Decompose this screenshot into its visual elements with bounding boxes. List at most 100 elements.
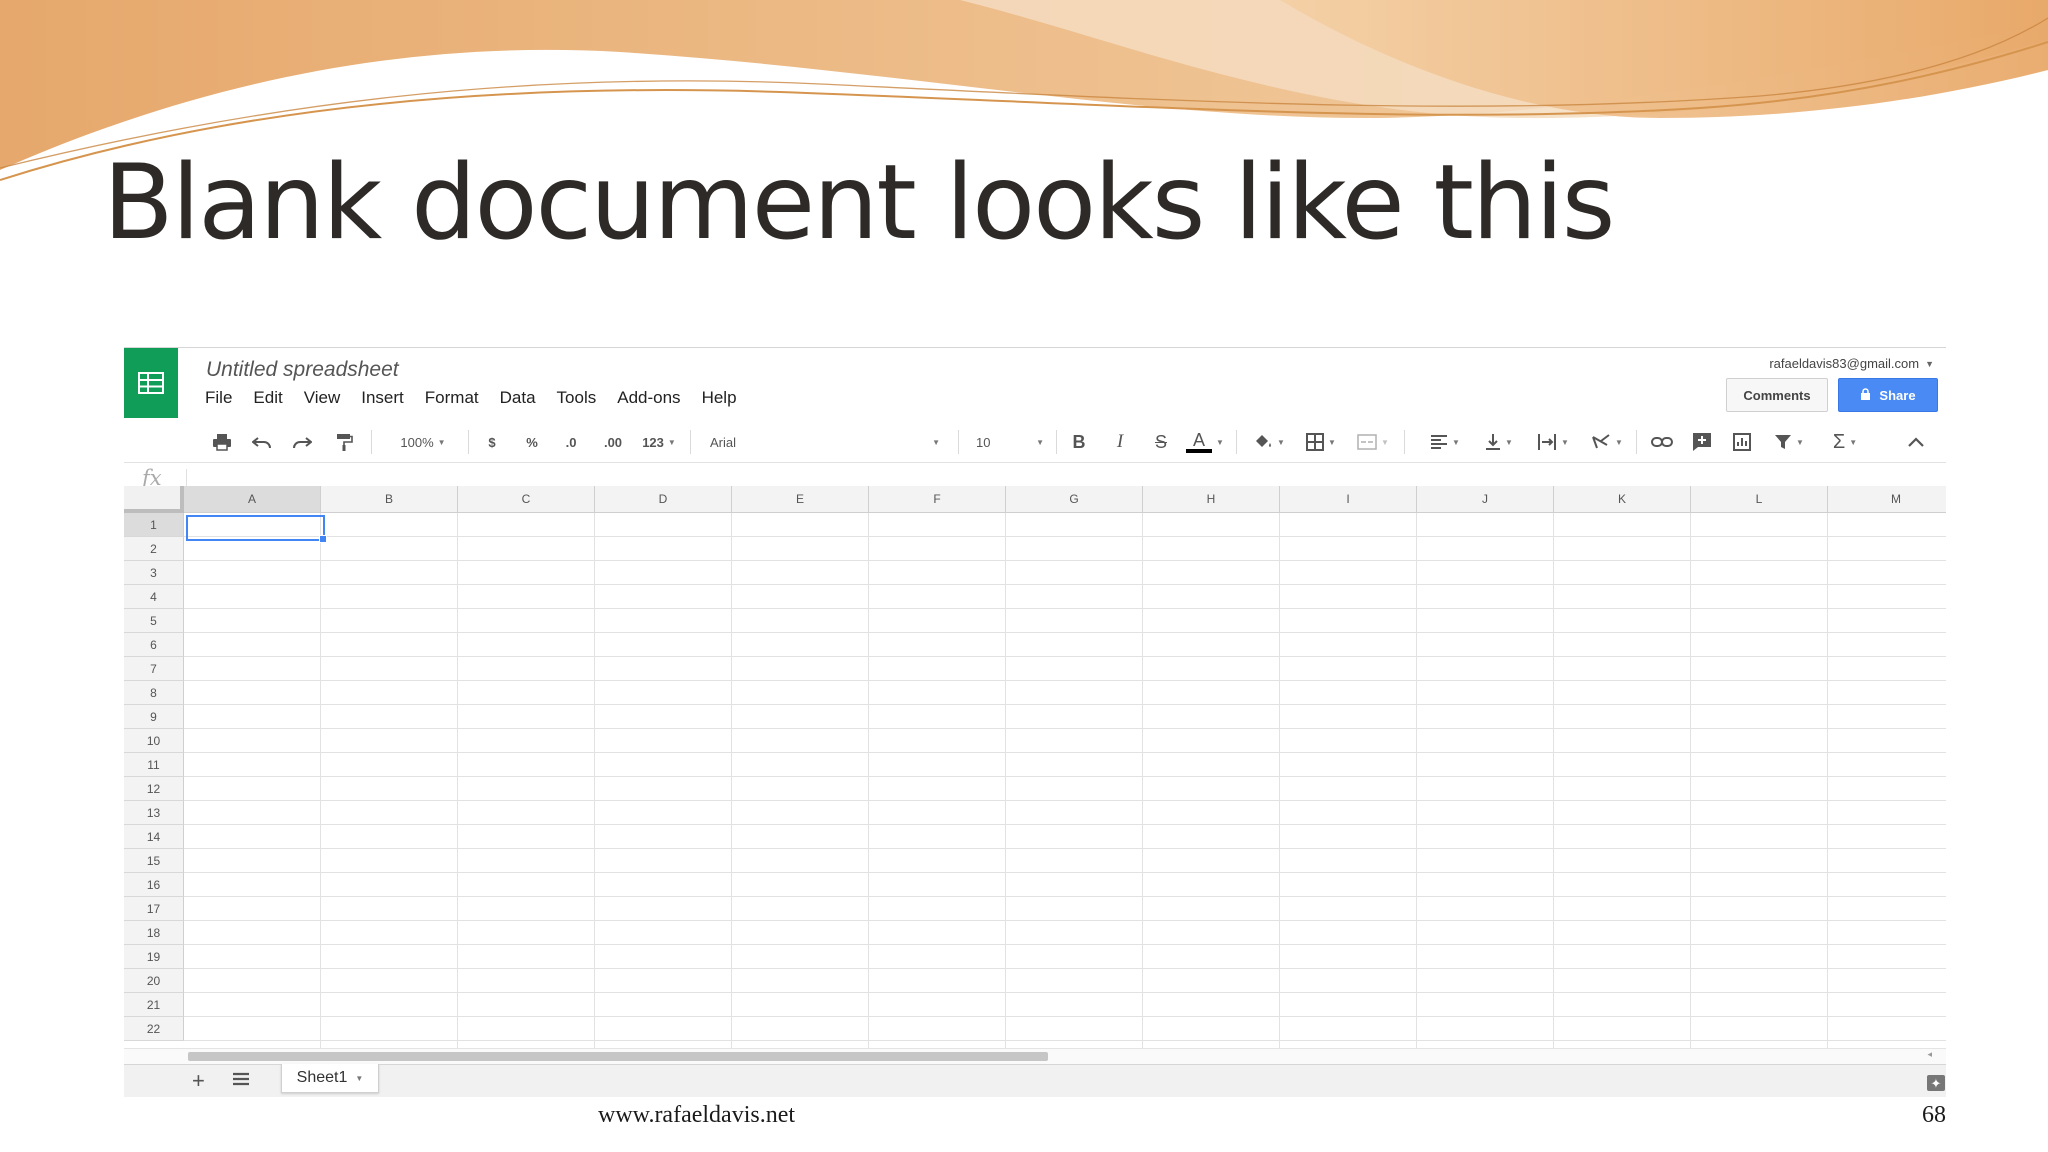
collapse-icon[interactable] xyxy=(1902,428,1930,456)
zoom-value: 100% xyxy=(400,434,434,450)
row-header[interactable]: 1 xyxy=(124,513,184,537)
increase-decimal-button[interactable]: .00 xyxy=(597,428,629,456)
row-header[interactable]: 22 xyxy=(124,1017,184,1041)
row-header[interactable]: 6 xyxy=(124,633,184,657)
comments-button[interactable]: Comments xyxy=(1726,378,1828,412)
add-sheet-button[interactable]: + xyxy=(192,1070,205,1092)
percent-button[interactable]: % xyxy=(520,428,544,456)
column-header[interactable]: B xyxy=(321,486,458,513)
menu-insert[interactable]: Insert xyxy=(361,388,404,408)
row-header[interactable]: 14 xyxy=(124,825,184,849)
column-header[interactable]: F xyxy=(869,486,1006,513)
column-header[interactable]: E xyxy=(732,486,869,513)
more-formats-button[interactable]: 123 ▼ xyxy=(636,428,682,456)
cell-grid[interactable]: A B C D E F G H I J K L M 1 2 3 4 5 6 7 8 9 10 11 12 13 14 15 16 17 18… xyxy=(124,486,1946,1048)
row-header[interactable]: 17 xyxy=(124,897,184,921)
sheet-tab-label: Sheet1 xyxy=(296,1069,348,1086)
row-header[interactable]: 18 xyxy=(124,921,184,945)
borders-icon[interactable]: ▼ xyxy=(1298,428,1344,456)
scrollbar-thumb[interactable] xyxy=(188,1052,1048,1061)
all-sheets-icon[interactable] xyxy=(232,1072,250,1091)
row-header[interactable]: 12 xyxy=(124,777,184,801)
row-header[interactable]: 8 xyxy=(124,681,184,705)
row-header[interactable]: 16 xyxy=(124,873,184,897)
font-size-select[interactable]: 10 ▼ xyxy=(970,428,1050,456)
row-header[interactable]: 15 xyxy=(124,849,184,873)
fill-color-icon[interactable]: ▼ xyxy=(1246,428,1292,456)
column-header[interactable]: J xyxy=(1417,486,1554,513)
share-button[interactable]: Share xyxy=(1838,378,1938,412)
account-menu[interactable]: rafaeldavis83@gmail.com ▼ xyxy=(1769,356,1934,371)
zoom-select[interactable]: 100% ▼ xyxy=(386,428,460,456)
italic-button[interactable]: I xyxy=(1107,428,1133,456)
column-header[interactable]: D xyxy=(595,486,732,513)
text-color-button[interactable]: A ▼ xyxy=(1182,428,1228,456)
insert-comment-icon[interactable] xyxy=(1688,428,1716,456)
row-header[interactable]: 21 xyxy=(124,993,184,1017)
menu-edit[interactable]: Edit xyxy=(253,388,282,408)
column-header[interactable]: G xyxy=(1006,486,1143,513)
toolbar: 100% ▼ $ % .0 .00 123 ▼ Arial ▼ 10 ▼ B I S A… xyxy=(124,422,1946,463)
decrease-decimal-button[interactable]: .0 xyxy=(557,428,585,456)
sheets-logo-icon[interactable] xyxy=(124,348,178,418)
active-cell[interactable] xyxy=(186,515,325,541)
share-label: Share xyxy=(1879,387,1916,403)
merge-cells-icon[interactable]: ▼ xyxy=(1350,428,1396,456)
menu-format[interactable]: Format xyxy=(425,388,479,408)
column-header[interactable]: I xyxy=(1280,486,1417,513)
bold-button[interactable]: B xyxy=(1066,428,1092,456)
functions-button[interactable]: Σ ▼ xyxy=(1822,428,1868,456)
column-header[interactable]: L xyxy=(1691,486,1828,513)
text-color-icon: A xyxy=(1193,430,1206,450)
row-header[interactable]: 5 xyxy=(124,609,184,633)
menu-view[interactable]: View xyxy=(304,388,341,408)
page-number: 68 xyxy=(1922,1102,1946,1128)
row-header[interactable]: 19 xyxy=(124,945,184,969)
horizontal-align-icon[interactable]: ▼ xyxy=(1422,428,1468,456)
document-title[interactable]: Untitled spreadsheet xyxy=(206,358,399,382)
row-header[interactable]: 20 xyxy=(124,969,184,993)
filter-icon[interactable]: ▼ xyxy=(1766,428,1812,456)
link-icon[interactable] xyxy=(1648,428,1676,456)
footer-url: www.rafaeldavis.net xyxy=(598,1102,796,1128)
font-select[interactable]: Arial ▼ xyxy=(700,428,950,456)
sheet-tab[interactable]: Sheet1 ▼ xyxy=(281,1064,379,1093)
row-header[interactable]: 13 xyxy=(124,801,184,825)
chevron-down-icon: ▼ xyxy=(1925,358,1934,369)
select-all-corner[interactable] xyxy=(124,486,184,513)
column-header[interactable]: H xyxy=(1143,486,1280,513)
column-header[interactable]: C xyxy=(458,486,595,513)
text-rotation-icon[interactable]: ▼ xyxy=(1584,428,1630,456)
text-wrap-icon[interactable]: ▼ xyxy=(1530,428,1576,456)
redo-icon[interactable] xyxy=(288,428,316,456)
column-header[interactable]: M xyxy=(1828,486,1946,513)
column-header[interactable]: A xyxy=(184,486,321,513)
insert-chart-icon[interactable] xyxy=(1728,428,1756,456)
menu-data[interactable]: Data xyxy=(500,388,536,408)
chevron-down-icon: ▼ xyxy=(355,1073,364,1083)
explore-icon[interactable]: ✦ xyxy=(1927,1075,1945,1091)
vertical-align-icon[interactable]: ▼ xyxy=(1476,428,1522,456)
scroll-left-icon[interactable]: ◂ xyxy=(1927,1049,1932,1060)
horizontal-scrollbar[interactable]: ◂ xyxy=(124,1048,1946,1065)
row-header[interactable]: 11 xyxy=(124,753,184,777)
row-header[interactable]: 9 xyxy=(124,705,184,729)
row-header[interactable]: 7 xyxy=(124,657,184,681)
row-header[interactable]: 10 xyxy=(124,729,184,753)
menu-help[interactable]: Help xyxy=(702,388,737,408)
column-header[interactable]: K xyxy=(1554,486,1691,513)
strikethrough-button[interactable]: S xyxy=(1148,428,1174,456)
undo-icon[interactable] xyxy=(248,428,276,456)
currency-button[interactable]: $ xyxy=(480,428,504,456)
print-icon[interactable] xyxy=(208,428,236,456)
menu-addons[interactable]: Add-ons xyxy=(617,388,680,408)
menu-file[interactable]: File xyxy=(205,388,232,408)
functions-icon: Σ xyxy=(1832,430,1846,453)
fill-handle[interactable] xyxy=(319,535,327,543)
row-header[interactable]: 2 xyxy=(124,537,184,561)
slide-title: Blank document looks like this xyxy=(103,143,1615,263)
menu-tools[interactable]: Tools xyxy=(557,388,597,408)
row-header[interactable]: 4 xyxy=(124,585,184,609)
row-header[interactable]: 3 xyxy=(124,561,184,585)
paint-format-icon[interactable] xyxy=(330,428,358,456)
